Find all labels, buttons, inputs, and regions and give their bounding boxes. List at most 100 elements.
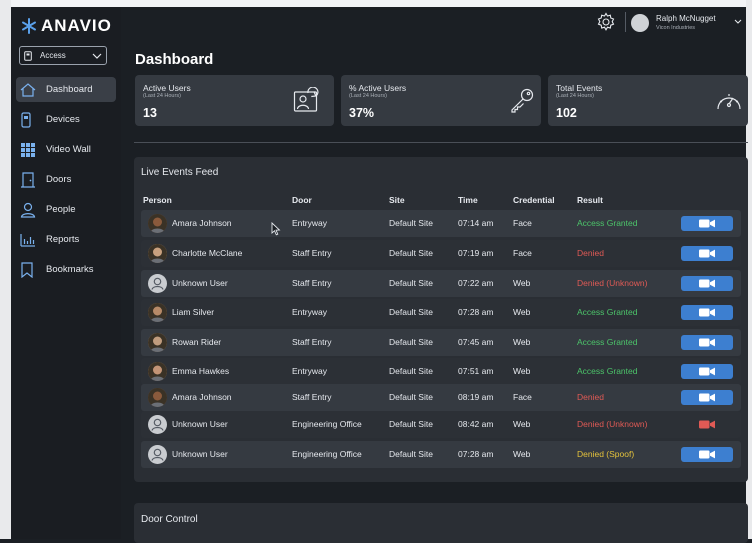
sidebar-item-reports[interactable]: Reports: [16, 227, 116, 252]
result-status: Access Granted: [577, 218, 638, 228]
stat-subtitle: (Last 24 Hours): [349, 93, 387, 99]
view-video-button[interactable]: [681, 417, 733, 432]
video-camera-icon: [699, 450, 715, 459]
unknown-user-icon: [148, 274, 167, 293]
person-icon: [20, 201, 42, 219]
table-row[interactable]: Liam Silver Entryway Default Site 07:28 am W…: [141, 299, 741, 326]
person-name: Charlotte McClane: [172, 248, 243, 258]
sidebar-item-devices[interactable]: Devices: [16, 107, 116, 132]
asterisk-logo-icon: [22, 18, 36, 34]
sidebar: ANAVIO Access Dashboard Devices Video Wa…: [11, 7, 121, 539]
event-time: 08:42 am: [458, 419, 494, 429]
chart-icon: [20, 231, 42, 249]
table-row[interactable]: Rowan Rider Staff Entry Default Site 07:45 …: [141, 329, 741, 356]
table-row[interactable]: Amara Johnson Staff Entry Default Site 08:1…: [141, 384, 741, 411]
sidebar-item-label: Video Wall: [46, 144, 91, 155]
door-name: Engineering Office: [292, 449, 362, 459]
avatar: [148, 388, 167, 407]
person-name: Unknown User: [172, 278, 228, 288]
event-time: 07:22 am: [458, 278, 494, 288]
user-menu[interactable]: Ralph McNugget Vicon Industries: [596, 9, 746, 37]
site-name: Default Site: [389, 307, 433, 317]
view-video-button[interactable]: [681, 276, 733, 291]
divider: [625, 12, 626, 32]
table-row[interactable]: Unknown User Staff Entry Default Site 07:22…: [141, 270, 741, 297]
table-row[interactable]: Unknown User Engineering Office Default Si…: [141, 441, 741, 468]
event-time: 08:19 am: [458, 392, 494, 402]
door-name: Staff Entry: [292, 392, 332, 402]
stat-title: % Active Users: [349, 83, 407, 93]
video-camera-icon: [699, 393, 715, 402]
page-title: Dashboard: [135, 51, 214, 68]
key-icon: [511, 88, 534, 113]
stat-card-total-events: Total Events (Last 24 Hours) 102: [548, 75, 748, 126]
site-name: Default Site: [389, 218, 433, 228]
video-camera-icon: [699, 367, 715, 376]
stat-subtitle: (Last 24 Hours): [556, 93, 594, 99]
avatar[interactable]: [631, 14, 649, 32]
column-header-credential[interactable]: Credential: [513, 195, 555, 205]
site-name: Default Site: [389, 392, 433, 402]
bookmark-icon: [20, 261, 42, 279]
stat-value: 13: [143, 106, 157, 120]
site-name: Default Site: [389, 248, 433, 258]
column-header-person[interactable]: Person: [143, 195, 172, 205]
sidebar-item-dashboard[interactable]: Dashboard: [16, 77, 116, 102]
sidebar-item-label: Reports: [46, 234, 80, 245]
door-control-title: Door Control: [141, 514, 198, 525]
view-video-button[interactable]: [681, 305, 733, 320]
table-row[interactable]: Emma Hawkes Entryway Default Site 07:51 am W…: [141, 358, 741, 385]
live-events-feed: Live Events Feed Person Door Site Time C…: [134, 157, 748, 482]
view-video-button[interactable]: [681, 246, 733, 261]
site-name: Default Site: [389, 337, 433, 347]
stat-subtitle: (Last 24 Hours): [143, 93, 181, 99]
view-video-button[interactable]: [681, 447, 733, 462]
column-header-door[interactable]: Door: [292, 195, 312, 205]
column-header-result[interactable]: Result: [577, 195, 603, 205]
section-divider: [134, 142, 748, 143]
result-status: Denied (Unknown): [577, 419, 648, 429]
avatar: [148, 303, 167, 322]
avatar: [148, 214, 167, 233]
gear-icon[interactable]: [596, 12, 616, 32]
column-header-time[interactable]: Time: [458, 195, 478, 205]
view-video-button[interactable]: [681, 335, 733, 350]
credential-type: Web: [513, 419, 531, 429]
mouse-cursor-icon: [271, 222, 281, 236]
result-status: Denied: [577, 392, 604, 402]
sidebar-item-label: Devices: [46, 114, 80, 125]
sidebar-nav: Dashboard Devices Video Wall Doors Peopl…: [16, 77, 116, 287]
sidebar-item-video-wall[interactable]: Video Wall: [16, 137, 116, 162]
window-top-border: [0, 0, 752, 7]
view-video-button[interactable]: [681, 390, 733, 405]
door-name: Engineering Office: [292, 419, 362, 429]
credential-type: Face: [513, 248, 532, 258]
chevron-down-icon[interactable]: [734, 19, 742, 24]
view-video-button[interactable]: [681, 216, 733, 231]
access-select[interactable]: Access: [19, 46, 107, 65]
credential-type: Web: [513, 449, 531, 459]
table-row[interactable]: Unknown User Engineering Office Default Si…: [141, 411, 741, 438]
device-icon: [20, 111, 42, 129]
table-row[interactable]: Amara Johnson Entryway Default Site 07:14 a…: [141, 210, 741, 237]
stat-card-percent-active-users: % Active Users (Last 24 Hours) 37%: [341, 75, 541, 126]
event-time: 07:14 am: [458, 218, 494, 228]
sidebar-item-doors[interactable]: Doors: [16, 167, 116, 192]
sidebar-item-people[interactable]: People: [16, 197, 116, 222]
column-header-site[interactable]: Site: [389, 195, 405, 205]
video-camera-icon: [699, 249, 715, 258]
credential-type: Web: [513, 307, 531, 317]
result-status: Access Granted: [577, 366, 638, 376]
credential-type: Face: [513, 218, 532, 228]
stat-value: 102: [556, 106, 577, 120]
sidebar-item-bookmarks[interactable]: Bookmarks: [16, 257, 116, 282]
view-video-button[interactable]: [681, 364, 733, 379]
person-name: Unknown User: [172, 419, 228, 429]
chevron-down-icon: [92, 53, 102, 59]
user-name: Ralph McNugget: [656, 14, 716, 23]
logo-text: ANAVIO: [41, 16, 112, 35]
sidebar-item-label: Doors: [46, 174, 72, 185]
event-time: 07:28 am: [458, 307, 494, 317]
credential-type: Web: [513, 278, 531, 288]
table-row[interactable]: Charlotte McClane Staff Entry Default Site…: [141, 240, 741, 267]
